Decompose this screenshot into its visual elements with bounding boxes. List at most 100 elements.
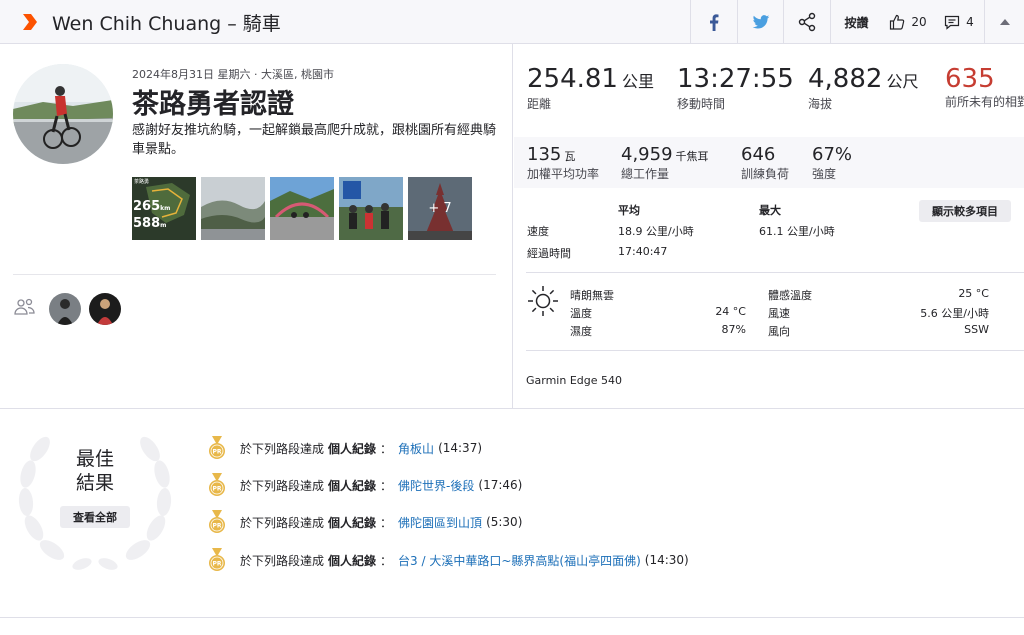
activity-title: 茶路勇者認證 (132, 89, 294, 120)
map-photo[interactable]: 茶路勇 265km 588m (132, 177, 196, 240)
moving-time-label: 移動時間 (677, 97, 726, 111)
weighted-power-label: 加權平均功率 (527, 167, 600, 181)
view-all-button[interactable]: 查看全部 (60, 506, 130, 528)
facebook-share-button[interactable] (690, 0, 737, 44)
share-button[interactable] (783, 0, 830, 44)
segment-link[interactable]: 佛陀園區到山頂 (398, 514, 482, 531)
group-activity-icon (14, 298, 35, 315)
comments-button[interactable]: 4 (934, 0, 984, 44)
work-label: 總工作量 (621, 167, 670, 181)
achievement-record-label: 個人紀錄 (328, 478, 377, 493)
segment-time: (5:30) (486, 515, 523, 529)
show-more-button[interactable]: 顯示較多項目 (919, 200, 1011, 222)
best-results-section: 最佳 結果 查看全部 PR 於下列路段達成 個人紀錄 ： 角板山 (14:37)… (0, 408, 1024, 618)
facebook-icon (710, 13, 719, 31)
intensity-value: 67% (812, 144, 853, 165)
segment-link[interactable]: 台3 / 大溪中華路口~縣界高點(福山亭四面佛) (398, 552, 641, 569)
athlete-photo-1 (49, 293, 81, 325)
speed-avg: 18.9 公里/小時 (618, 225, 694, 238)
athlete-photo-2 (89, 293, 121, 325)
thumbs-up-icon (890, 14, 905, 30)
segment-link[interactable]: 角板山 (398, 440, 434, 457)
speed-label: 速度 (527, 225, 549, 238)
divider (526, 272, 1024, 273)
achievement-prefix: 於下列路段達成 (240, 441, 325, 456)
share-icon (798, 12, 816, 32)
pr-medal-text: PR (212, 449, 221, 456)
map-distance-value: 265 (133, 199, 161, 214)
group-athlete-avatar-1[interactable] (49, 293, 81, 325)
device-name: Garmin Edge 540 (526, 374, 623, 387)
segment-time: (17:46) (478, 478, 523, 492)
humidity-value: 87% (721, 323, 746, 336)
twitter-share-button[interactable] (737, 0, 783, 44)
wind-direction-value: SSW (964, 323, 989, 336)
achievement-row: PR 於下列路段達成 個人紀錄 ： 角板山 (14:37) (208, 436, 482, 460)
weighted-power-unit: 瓦 (564, 150, 576, 163)
segment-link[interactable]: 佛陀世界-後段 (398, 477, 474, 494)
relative-effort-value: 635 (945, 64, 995, 94)
wind-speed-label: 風速 (768, 307, 790, 320)
avatar-photo (13, 64, 113, 164)
distance-value: 254.81 (527, 64, 618, 94)
work-unit: 千焦耳 (675, 150, 709, 163)
work-value: 4,959 (621, 144, 673, 165)
map-elevation-value: 588 (133, 216, 161, 231)
photo-group-sign (339, 177, 403, 240)
map-photo-distance: 265km (133, 199, 170, 216)
intensity-label: 強度 (812, 167, 837, 181)
photo-4[interactable] (339, 177, 403, 240)
activity-stats-panel: 254.81 公里 距離 13:27:55 移動時間 4,882 公尺 海拔 635… (514, 44, 1024, 408)
photo-5-more[interactable]: + 7 (408, 177, 472, 240)
weather-condition: 晴朗無雲 (570, 289, 614, 302)
pr-medal-text: PR (212, 523, 221, 530)
speed-max: 61.1 公里/小時 (759, 225, 835, 238)
stat-work: 4,959 千焦耳 總工作量 (621, 144, 709, 182)
stat-intensity: 67% 強度 (812, 144, 852, 182)
weighted-power-value: 135 (527, 144, 562, 165)
stat-moving-time: 13:27:55 移動時間 (677, 64, 794, 112)
temperature-label: 溫度 (570, 307, 592, 320)
stat-training-load: 646 訓練負荷 (741, 144, 789, 182)
pr-medal-text: PR (212, 561, 221, 568)
activity-meta: 2024年8月31日 星期六 · 大溪區, 桃園市 (132, 68, 334, 81)
stat-weighted-power: 135 瓦 加權平均功率 (527, 144, 599, 182)
achievement-colon: ： (380, 441, 393, 456)
best-results-title-line2: 結果 (75, 472, 114, 494)
activity-description: 感謝好友推坑約騎，一起解鎖最高爬升成就，跟桃園所有經典騎車景點。 (132, 123, 497, 157)
achievement-prefix: 於下列路段達成 (240, 515, 325, 530)
map-elevation-unit: m (160, 222, 167, 229)
achievement-colon: ： (380, 515, 393, 530)
temperature-value: 24 °C (715, 305, 746, 318)
training-load-label: 訓練負荷 (741, 167, 790, 181)
kudos-button[interactable]: 按讚 (830, 0, 882, 44)
pr-medal-icon: PR (209, 548, 225, 571)
photo-bridge-riders (270, 177, 334, 240)
map-photo-elevation: 588m (133, 216, 166, 233)
kudos-count-button[interactable]: 20 (882, 0, 934, 44)
photo-2[interactable] (201, 177, 265, 240)
kudos-label: 按讚 (844, 15, 869, 30)
photo-3[interactable] (270, 177, 334, 240)
col-avg-header: 平均 (618, 204, 640, 217)
achievement-prefix: 於下列路段達成 (240, 553, 325, 568)
moving-time-value: 13:27:55 (677, 64, 794, 94)
elevation-unit: 公尺 (886, 72, 919, 91)
divider (13, 274, 496, 275)
elapsed-label: 經過時間 (527, 247, 571, 260)
secondary-stats: 135 瓦 加權平均功率 4,959 千焦耳 總工作量 646 訓練負荷 67% 強… (514, 137, 1024, 188)
strava-logo-icon[interactable] (20, 12, 40, 32)
athlete-avatar[interactable] (13, 64, 113, 164)
stat-relative-effort[interactable]: 635 前所未有的相對耗力 (945, 64, 1024, 109)
sun-icon (528, 286, 558, 316)
pr-medal-icon: PR (209, 510, 225, 533)
collapse-header-button[interactable] (984, 0, 1024, 44)
group-athlete-avatar-2[interactable] (89, 293, 121, 325)
elapsed-value: 17:40:47 (618, 245, 668, 258)
map-distance-unit: km (160, 205, 171, 212)
photo-mist-mountains (201, 177, 265, 240)
relative-effort-label: 前所未有的相對耗力 (945, 95, 1024, 109)
comments-count: 4 (966, 15, 974, 29)
pr-medal-text: PR (212, 486, 221, 493)
collapse-icon (999, 19, 1010, 25)
